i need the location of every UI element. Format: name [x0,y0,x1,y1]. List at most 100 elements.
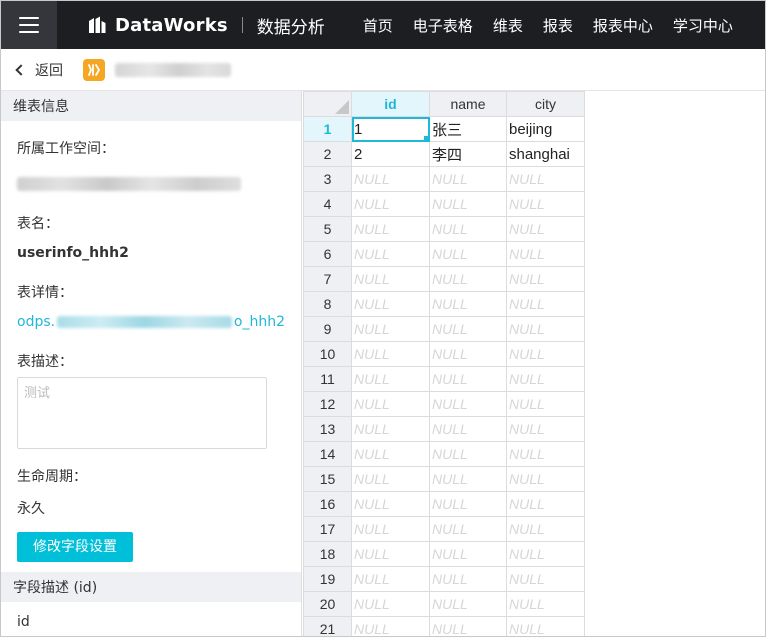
fill-handle[interactable] [424,136,429,141]
row-number[interactable]: 6 [303,241,352,267]
row-number[interactable]: 10 [303,341,352,367]
null-cell[interactable]: NULL [429,516,507,542]
null-cell[interactable]: NULL [506,491,585,517]
null-cell[interactable]: NULL [506,366,585,392]
selected-cell[interactable]: 1 [351,116,430,142]
row-number[interactable]: 21 [303,616,352,636]
null-cell[interactable]: NULL [429,316,507,342]
null-cell[interactable]: NULL [506,541,585,567]
back-button[interactable]: 返回 [15,60,63,80]
null-cell[interactable]: NULL [351,541,430,567]
null-cell[interactable]: NULL [351,316,430,342]
null-cell[interactable]: NULL [351,166,430,192]
row-number[interactable]: 1 [303,116,352,142]
menu-icon[interactable] [1,1,57,49]
table-description-textarea[interactable]: 测试 [17,377,267,449]
row-number[interactable]: 19 [303,566,352,592]
null-cell[interactable]: NULL [429,291,507,317]
row-number[interactable]: 4 [303,191,352,217]
row-number[interactable]: 8 [303,291,352,317]
null-cell[interactable]: NULL [351,516,430,542]
null-cell[interactable]: NULL [429,166,507,192]
null-cell[interactable]: NULL [351,491,430,517]
null-cell[interactable]: NULL [429,491,507,517]
nav-item-spreadsheet[interactable]: 电子表格 [413,15,473,36]
null-cell[interactable]: NULL [506,216,585,242]
grid-cell[interactable]: 张三 [429,116,507,142]
null-cell[interactable]: NULL [506,191,585,217]
nav-item-report-center[interactable]: 报表中心 [593,15,653,36]
edit-field-settings-button[interactable]: 修改字段设置 [17,532,133,562]
null-cell[interactable]: NULL [506,416,585,442]
null-cell[interactable]: NULL [351,341,430,367]
null-cell[interactable]: NULL [351,391,430,417]
row-number[interactable]: 5 [303,216,352,242]
null-cell[interactable]: NULL [506,516,585,542]
table-detail-link[interactable]: odps. o_hhh2 [17,314,285,330]
column-header-city[interactable]: city [506,91,585,117]
null-cell[interactable]: NULL [429,241,507,267]
null-cell[interactable]: NULL [429,466,507,492]
null-cell[interactable]: NULL [429,441,507,467]
null-cell[interactable]: NULL [506,341,585,367]
row-number[interactable]: 16 [303,491,352,517]
grid-cell[interactable]: 李四 [429,141,507,167]
null-cell[interactable]: NULL [506,316,585,342]
null-cell[interactable]: NULL [429,616,507,636]
row-number[interactable]: 12 [303,391,352,417]
row-number[interactable]: 18 [303,541,352,567]
grid-cell[interactable]: 2 [351,141,430,167]
row-number[interactable]: 2 [303,141,352,167]
null-cell[interactable]: NULL [506,591,585,617]
null-cell[interactable]: NULL [429,591,507,617]
null-cell[interactable]: NULL [351,266,430,292]
nav-item-report[interactable]: 报表 [543,15,573,36]
null-cell[interactable]: NULL [506,466,585,492]
null-cell[interactable]: NULL [429,366,507,392]
row-number[interactable]: 3 [303,166,352,192]
row-number[interactable]: 9 [303,316,352,342]
null-cell[interactable]: NULL [351,191,430,217]
null-cell[interactable]: NULL [351,566,430,592]
brand[interactable]: DataWorks 数据分析 [87,13,325,38]
null-cell[interactable]: NULL [429,566,507,592]
row-number[interactable]: 13 [303,416,352,442]
nav-item-learning-center[interactable]: 学习中心 [673,15,733,36]
row-number[interactable]: 15 [303,466,352,492]
null-cell[interactable]: NULL [429,391,507,417]
null-cell[interactable]: NULL [351,241,430,267]
null-cell[interactable]: NULL [351,416,430,442]
null-cell[interactable]: NULL [429,191,507,217]
null-cell[interactable]: NULL [506,391,585,417]
null-cell[interactable]: NULL [429,541,507,567]
null-cell[interactable]: NULL [351,216,430,242]
column-header-id[interactable]: id [351,91,430,117]
null-cell[interactable]: NULL [506,266,585,292]
null-cell[interactable]: NULL [506,166,585,192]
row-number[interactable]: 17 [303,516,352,542]
null-cell[interactable]: NULL [351,616,430,636]
null-cell[interactable]: NULL [506,616,585,636]
nav-item-home[interactable]: 首页 [363,15,393,36]
nav-item-dimension-table[interactable]: 维表 [493,15,523,36]
column-header-name[interactable]: name [429,91,507,117]
grid-cell[interactable]: shanghai [506,141,585,167]
null-cell[interactable]: NULL [351,466,430,492]
null-cell[interactable]: NULL [351,441,430,467]
null-cell[interactable]: NULL [506,291,585,317]
null-cell[interactable]: NULL [429,266,507,292]
row-number[interactable]: 7 [303,266,352,292]
row-number[interactable]: 11 [303,366,352,392]
select-all-corner[interactable] [303,91,352,117]
null-cell[interactable]: NULL [351,366,430,392]
row-number[interactable]: 14 [303,441,352,467]
null-cell[interactable]: NULL [351,591,430,617]
null-cell[interactable]: NULL [506,241,585,267]
row-number[interactable]: 20 [303,591,352,617]
null-cell[interactable]: NULL [506,441,585,467]
grid-cell[interactable]: beijing [506,116,585,142]
null-cell[interactable]: NULL [351,291,430,317]
null-cell[interactable]: NULL [506,566,585,592]
null-cell[interactable]: NULL [429,216,507,242]
null-cell[interactable]: NULL [429,416,507,442]
